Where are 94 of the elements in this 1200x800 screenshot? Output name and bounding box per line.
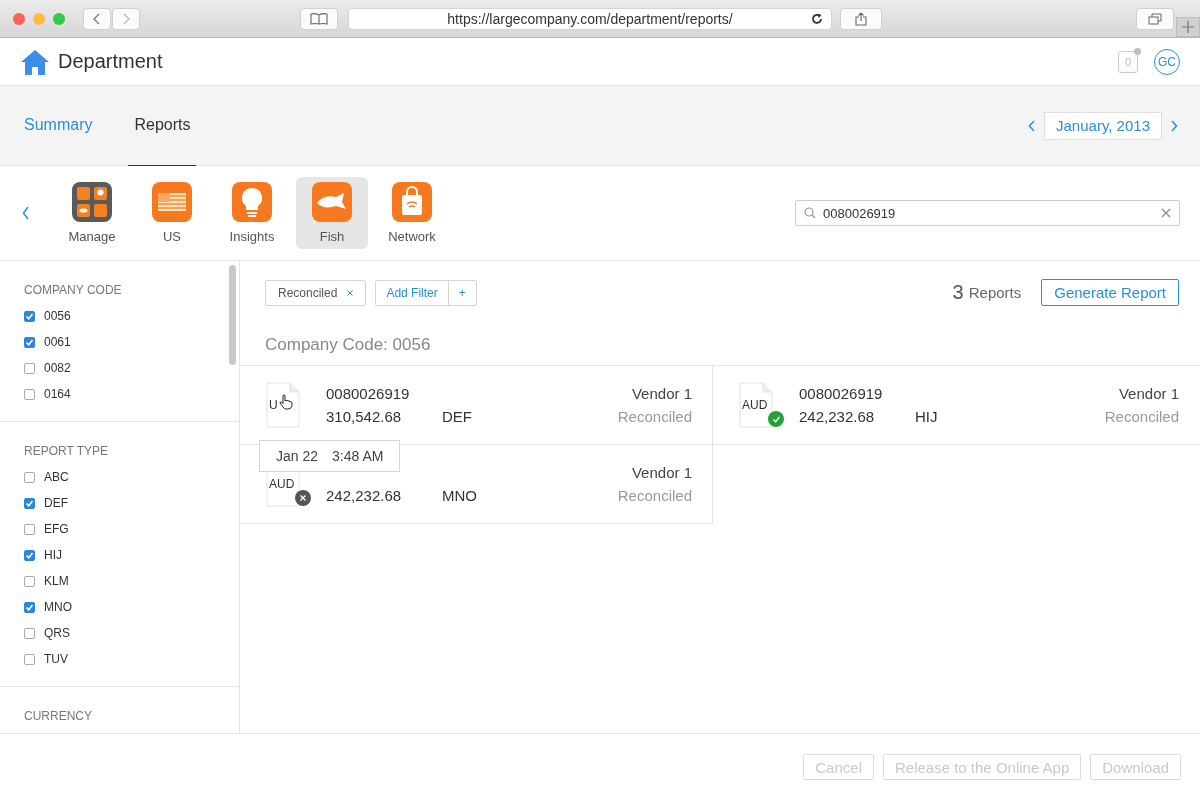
checkbox[interactable]: [24, 575, 35, 587]
checkbox[interactable]: [24, 310, 35, 322]
filter-section-title: REPORT TYPE: [24, 444, 110, 458]
chevron-left-icon: [1028, 119, 1037, 132]
forward-button[interactable]: [112, 7, 140, 30]
report-card[interactable]: AUD 0080026919 242,232.68 HIJ Vendor 1 Reconciled: [713, 366, 1199, 445]
back-icon: [92, 11, 102, 26]
bookmarks-button[interactable]: [300, 7, 338, 30]
plus-icon: [1182, 21, 1194, 33]
document-icon: [739, 382, 773, 428]
report-amount: 242,232.68: [799, 408, 876, 425]
dashboard-grid-icon: [72, 182, 112, 222]
filter-option-label[interactable]: DEF: [44, 496, 68, 510]
currency-label: AUD: [269, 477, 295, 491]
checkbox[interactable]: [24, 549, 35, 561]
checkbox[interactable]: [24, 471, 35, 483]
report-status: Reconciled: [1104, 408, 1179, 425]
tabs-overview-button[interactable]: [1136, 7, 1174, 30]
zoom-window-button[interactable]: [53, 12, 65, 25]
vendor-name: Vendor 1: [1118, 385, 1179, 402]
scrollbar-thumb[interactable]: [229, 265, 236, 365]
checkbox[interactable]: [24, 388, 35, 400]
checkbox[interactable]: [24, 601, 35, 613]
filter-option-label[interactable]: 0056: [44, 309, 71, 323]
report-amount: 310,542.68: [326, 408, 403, 425]
app-launcher[interactable]: US: [136, 177, 208, 249]
filter-option-label[interactable]: 0164: [44, 387, 71, 401]
app-launcher[interactable]: Network: [376, 177, 448, 249]
checkbox[interactable]: [24, 336, 35, 348]
checkbox[interactable]: [24, 523, 35, 535]
document-icon: [266, 382, 300, 428]
back-button[interactable]: [83, 7, 111, 30]
report-id: 0080026919: [799, 385, 884, 402]
new-tab-button[interactable]: [1176, 17, 1200, 37]
book-icon: [310, 12, 328, 25]
checkbox[interactable]: [24, 653, 35, 665]
tabs-icon: [1148, 12, 1162, 25]
report-type: DEF: [442, 407, 472, 425]
app-launcher[interactable]: Insights: [216, 177, 288, 249]
report-status: Reconciled: [617, 408, 692, 425]
shopping-bag-icon: [392, 182, 432, 222]
reload-icon[interactable]: [811, 12, 823, 25]
report-count-label: Reports: [968, 284, 1022, 301]
fish-icon: [312, 182, 352, 222]
error-badge-icon: [295, 490, 311, 506]
currency-label: AUD: [742, 398, 768, 412]
vendor-name: Vendor 1: [631, 464, 692, 481]
app-title: Department: [58, 50, 163, 73]
report-type: HIJ: [915, 407, 938, 425]
filter-option-label[interactable]: 0082: [44, 361, 71, 375]
filter-option-label[interactable]: ABC: [44, 470, 69, 484]
share-button[interactable]: [840, 7, 882, 30]
report-id: 0080026919: [326, 385, 411, 402]
filter-option-label[interactable]: QRS: [44, 626, 70, 640]
app-launcher[interactable]: Manage: [56, 177, 128, 249]
filter-option-label[interactable]: EFG: [44, 522, 69, 536]
filter-option-label[interactable]: TUV: [44, 652, 68, 666]
search-icon: [804, 207, 816, 219]
generate-report-button[interactable]: Generate Report: [1041, 279, 1179, 306]
report-count: 3: [952, 281, 964, 304]
nav-tab[interactable]: Reports: [128, 85, 197, 166]
close-window-button[interactable]: [13, 12, 25, 25]
currency-label: U: [269, 398, 278, 412]
success-badge-icon: [768, 411, 784, 427]
filter-section-title: CURRENCY: [24, 709, 93, 723]
vendor-name: Vendor 1: [631, 385, 692, 402]
lightbulb-icon: [232, 182, 272, 222]
remove-icon[interactable]: [347, 289, 354, 296]
add-filter-button[interactable]: Add Filter: [376, 280, 448, 305]
checkbox[interactable]: [24, 362, 35, 374]
report-amount: 242,232.68: [326, 487, 403, 504]
forward-icon: [121, 11, 131, 26]
address-bar[interactable]: https://largecompany.com/department/reports/: [348, 7, 832, 30]
filter-section-title: COMPANY CODE: [24, 283, 123, 297]
report-status: Reconciled: [617, 487, 692, 504]
home-icon[interactable]: [20, 48, 50, 75]
checkbox[interactable]: [24, 627, 35, 639]
filter-chip[interactable]: Reconciled: [265, 279, 367, 306]
report-type: MNO: [442, 486, 477, 504]
minimize-window-button[interactable]: [33, 12, 45, 25]
chevron-left-icon: [22, 206, 30, 220]
group-heading: Company Code: 0056: [240, 306, 1200, 366]
checkbox[interactable]: [24, 497, 35, 509]
month-selector[interactable]: January, 2013: [1044, 111, 1162, 140]
clear-icon[interactable]: [1161, 208, 1171, 218]
filter-option-label[interactable]: KLM: [44, 574, 69, 588]
filter-option-label[interactable]: 0061: [44, 335, 71, 349]
share-icon: [855, 11, 867, 26]
filter-option-label[interactable]: HIJ: [44, 548, 62, 562]
app-launcher[interactable]: Fish: [296, 177, 368, 249]
search-field[interactable]: 0080026919: [795, 200, 1180, 226]
flag-icon: [152, 182, 192, 222]
chevron-right-icon: [1170, 119, 1178, 132]
filter-option-label[interactable]: MNO: [44, 600, 72, 614]
